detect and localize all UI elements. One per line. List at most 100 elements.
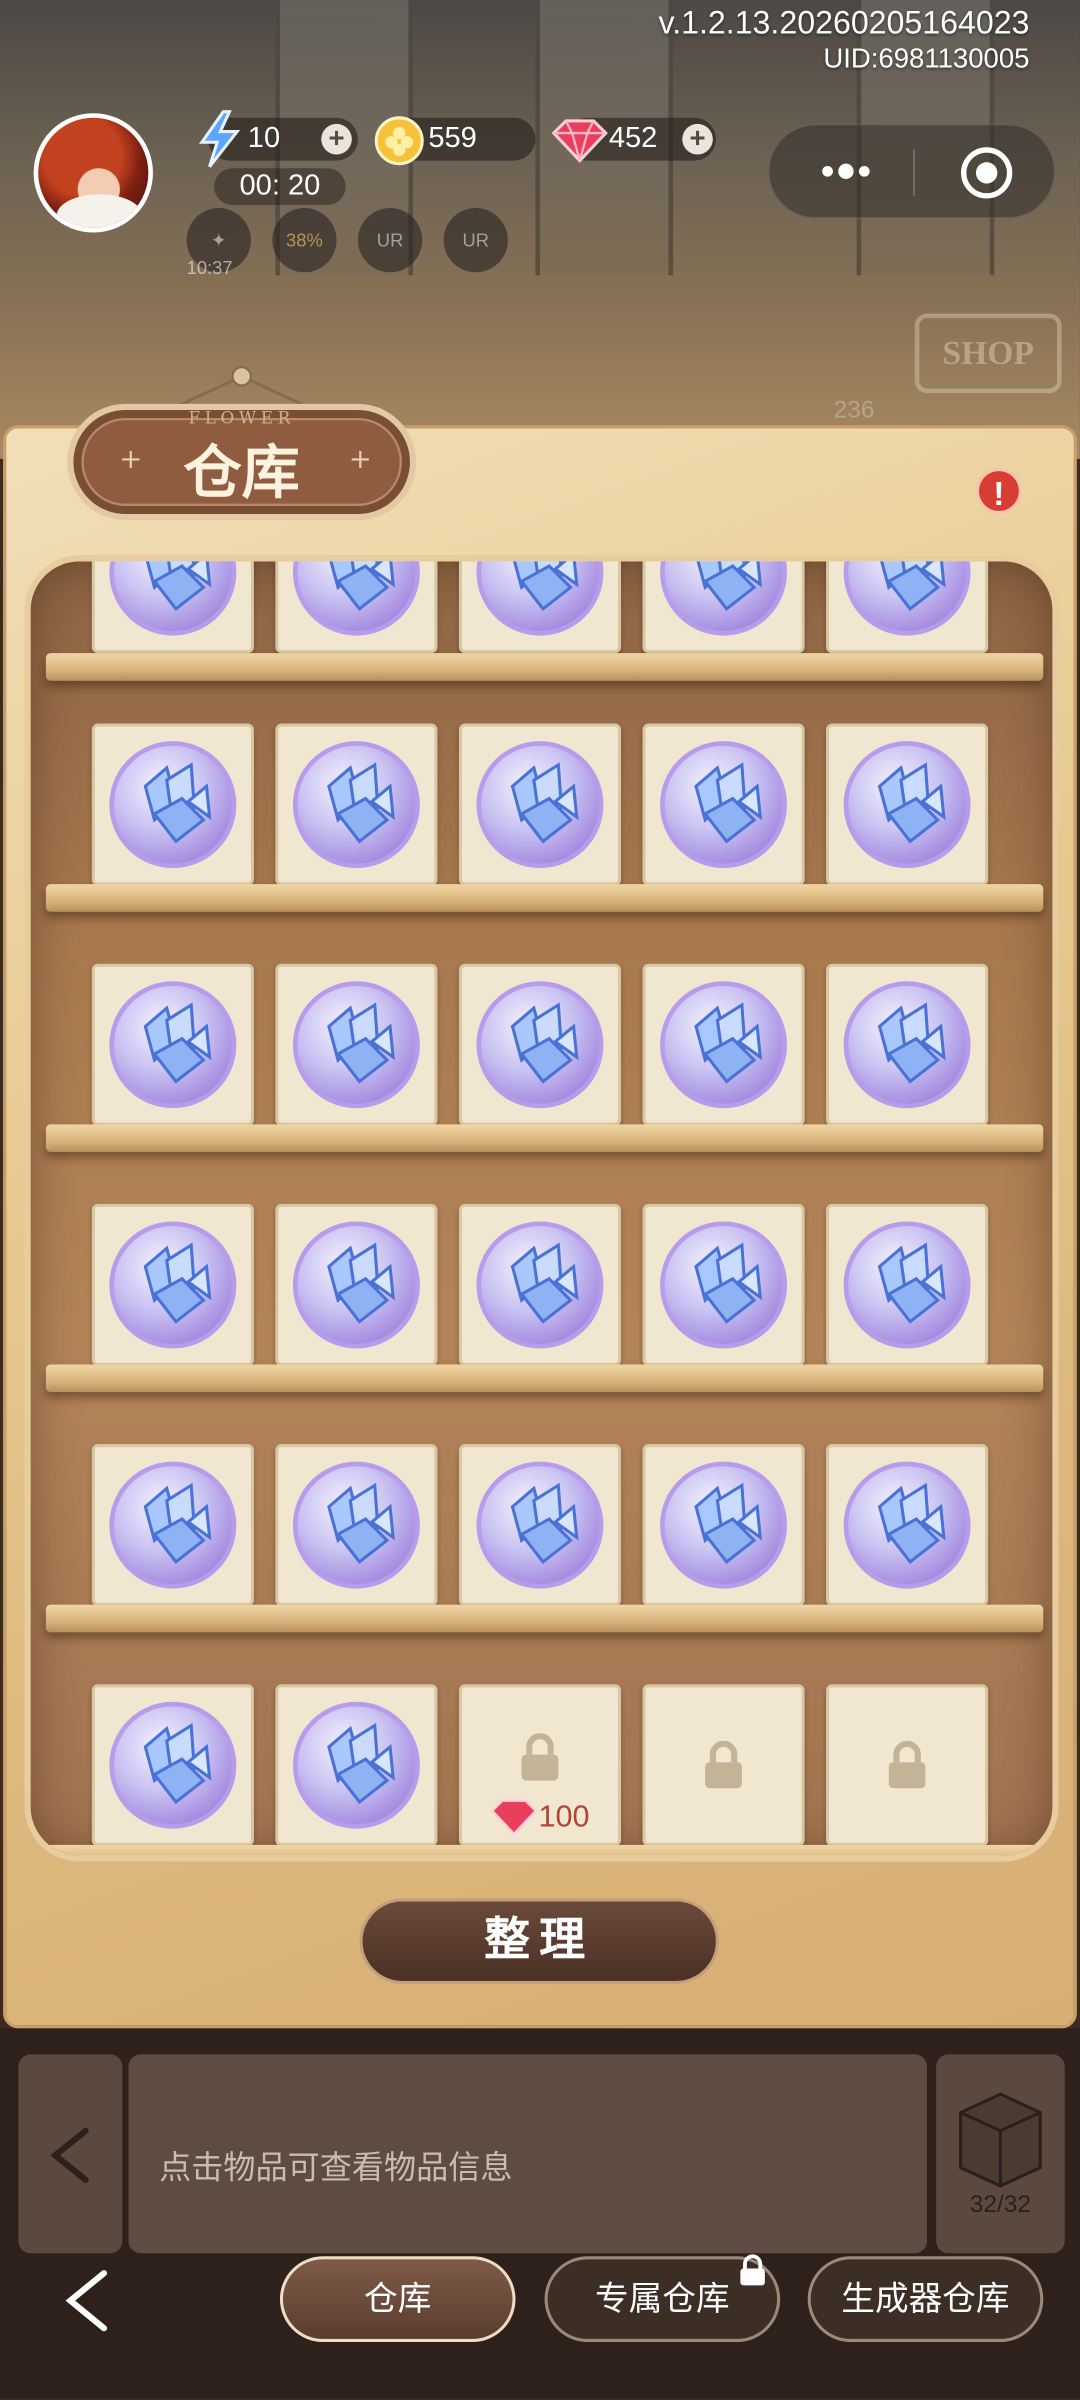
inventory-slot[interactable]	[458, 723, 622, 886]
buff-icon: UR	[357, 208, 423, 273]
inventory-slot[interactable]	[275, 1444, 438, 1607]
energy-value: 10	[247, 122, 281, 155]
unlock-price-value: 100	[538, 1799, 590, 1834]
inventory-slot[interactable]	[826, 723, 989, 886]
inventory-slot[interactable]	[91, 723, 254, 886]
title-plaque: + + FLOWER 仓库	[64, 364, 419, 523]
crystal-orb-icon	[292, 981, 420, 1109]
crystal-orb-icon	[292, 1221, 420, 1349]
inventory-slot[interactable]	[642, 1203, 805, 1367]
inventory-slot[interactable]	[91, 1203, 254, 1367]
inventory-slot[interactable]	[826, 1203, 989, 1367]
inventory-slot[interactable]	[642, 561, 805, 654]
crystal-orb-icon	[843, 1221, 971, 1349]
crystal-orb-icon	[660, 1221, 788, 1349]
crystal-orb-icon	[843, 741, 971, 869]
crystal-orb-icon	[476, 1461, 604, 1589]
inventory-slot[interactable]	[275, 963, 438, 1126]
crystal-orb-icon	[476, 1221, 604, 1349]
mini-program-capsule	[767, 123, 1056, 219]
energy-plus-button[interactable]: +	[321, 123, 352, 155]
shelf-board	[45, 653, 1044, 681]
inventory-slot[interactable]	[458, 1444, 622, 1607]
crystal-orb-icon	[109, 1461, 237, 1589]
shelf-frame: 100	[24, 555, 1059, 1862]
back-arrow-icon[interactable]	[58, 2267, 119, 2334]
crystal-orb-icon	[109, 981, 237, 1109]
inventory-slot[interactable]	[458, 561, 622, 654]
alert-badge[interactable]: !	[975, 468, 1022, 514]
buff-icon: UR	[443, 208, 508, 273]
version-info: v.1.2.13.20260205164023 UID:6981130005	[659, 6, 1030, 76]
crystal-orb-icon	[109, 1221, 237, 1349]
inventory-slot[interactable]	[826, 561, 989, 654]
capacity-count: 32/32	[969, 2192, 1032, 2219]
crystal-orb-icon	[660, 741, 788, 869]
item-info-text: 点击物品可查看物品信息	[159, 2150, 513, 2186]
inventory-slot[interactable]	[642, 963, 805, 1126]
lightning-icon	[196, 110, 242, 168]
crystal-orb-icon	[843, 1461, 971, 1589]
crystal-orb-icon	[476, 741, 604, 869]
crystal-orb-icon	[109, 741, 237, 869]
box-icon	[959, 2092, 1042, 2188]
crystal-orb-icon	[476, 561, 604, 636]
coin-icon	[373, 115, 425, 167]
inventory-slot[interactable]	[275, 1684, 438, 1847]
inventory-slot[interactable]	[275, 723, 438, 886]
energy-timer: 00: 20	[214, 168, 346, 205]
crystal-orb-icon	[476, 981, 604, 1109]
buff-timer: 10:37	[186, 256, 233, 279]
gem-value: 452	[608, 122, 658, 155]
crystal-orb-icon	[660, 1461, 788, 1589]
crystal-orb-icon	[109, 1701, 237, 1829]
crystal-orb-icon	[292, 1701, 420, 1829]
locked-slot[interactable]: 100	[458, 1684, 622, 1847]
inventory-slot[interactable]	[91, 963, 254, 1126]
inventory-slot[interactable]	[91, 1444, 254, 1607]
inventory-slot[interactable]	[642, 1444, 805, 1607]
inventory-slot[interactable]	[91, 1684, 254, 1847]
shelf-board	[45, 1844, 1044, 1856]
tab-label: 专属仓库	[595, 2279, 730, 2318]
shelf-board	[45, 884, 1044, 912]
close-target-icon[interactable]	[959, 145, 1014, 200]
coin-value: 559	[428, 122, 477, 155]
inventory-slot[interactable]	[458, 1203, 622, 1367]
inventory-slot[interactable]	[826, 1444, 989, 1607]
locked-slot[interactable]	[642, 1684, 805, 1847]
locked-slot[interactable]	[826, 1684, 989, 1847]
gem-icon	[551, 118, 609, 164]
shelf-board	[45, 1364, 1044, 1393]
tab-generator-warehouse[interactable]: 生成器仓库	[807, 2256, 1044, 2342]
crystal-orb-icon	[843, 981, 971, 1109]
inventory-slot[interactable]	[91, 561, 254, 654]
shelf-board	[45, 1604, 1044, 1633]
item-info-panel: 点击物品可查看物品信息	[128, 2054, 927, 2254]
crystal-orb-icon	[660, 981, 788, 1109]
inventory-slot[interactable]	[275, 1203, 438, 1367]
version-label: v.1.2.13.20260205164023	[658, 6, 1030, 42]
crystal-orb-icon	[292, 561, 420, 636]
tab-exclusive-warehouse[interactable]: 专属仓库	[544, 2254, 781, 2342]
collapse-panel-button[interactable]	[18, 2054, 123, 2254]
lock-icon	[521, 1733, 559, 1781]
capacity-box[interactable]: 32/32	[936, 2054, 1065, 2254]
page-title: 仓库	[183, 437, 300, 507]
crystal-orb-icon	[660, 561, 788, 636]
inventory-slot[interactable]	[275, 561, 438, 654]
tab-warehouse[interactable]: 仓库	[279, 2256, 516, 2342]
lock-icon	[888, 1740, 926, 1789]
sort-button[interactable]: 整理	[359, 1898, 719, 1985]
avatar[interactable]	[33, 113, 153, 233]
tab-label: 仓库	[364, 2279, 432, 2318]
inventory-slot[interactable]	[458, 963, 622, 1126]
gem-plus-button[interactable]: +	[682, 123, 713, 155]
shelf-board	[45, 1124, 1044, 1152]
more-icon[interactable]	[815, 153, 876, 190]
unlock-price: 100	[490, 1797, 590, 1837]
inventory-slot[interactable]	[642, 723, 805, 886]
crystal-orb-icon	[843, 561, 971, 636]
inventory-slot[interactable]	[826, 963, 989, 1126]
shop-sign[interactable]: SHOP	[914, 313, 1062, 394]
